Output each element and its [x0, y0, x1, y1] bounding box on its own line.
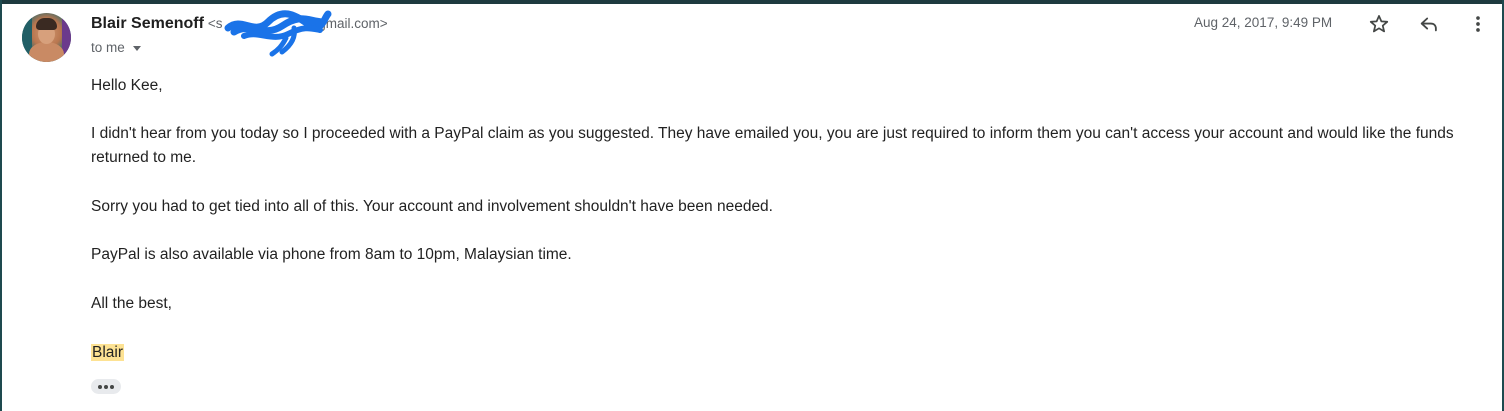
avatar-torso — [29, 42, 64, 62]
reply-button[interactable] — [1417, 12, 1441, 36]
message-paragraph-3: PayPal is also available via phone from … — [91, 246, 572, 263]
window-left-border — [0, 0, 2, 411]
signature-highlight: Blair — [91, 344, 125, 361]
message-greeting: Hello Kee, — [91, 77, 163, 94]
email-redaction-scribble — [224, 10, 332, 57]
chevron-down-icon[interactable] — [132, 46, 141, 51]
more-vert-icon — [1476, 16, 1480, 32]
message-date: Aug 24, 2017, 9:49 PM — [1194, 15, 1333, 30]
recipient-label: to me — [91, 40, 125, 55]
star-icon — [1369, 15, 1389, 33]
sender-email-prefix: <s — [207, 16, 223, 31]
sender-name[interactable]: Blair Semenoff — [91, 15, 204, 32]
recipient-details-toggle[interactable]: to me — [91, 40, 141, 55]
show-trimmed-content-button[interactable] — [91, 379, 121, 394]
avatar-hair — [36, 18, 57, 30]
message-paragraph-1: I didn't hear from you today so I procee… — [91, 125, 1454, 166]
window-top-border — [0, 0, 1504, 4]
reply-icon — [1420, 17, 1437, 32]
message-signature: Blair — [91, 342, 125, 364]
message-paragraph-2: Sorry you had to get tied into all of th… — [91, 198, 773, 215]
sender-avatar[interactable] — [22, 13, 71, 62]
message-closing: All the best, — [91, 295, 172, 312]
star-button[interactable] — [1367, 12, 1391, 36]
more-options-button[interactable] — [1466, 12, 1490, 36]
ellipsis-icon — [98, 384, 114, 389]
